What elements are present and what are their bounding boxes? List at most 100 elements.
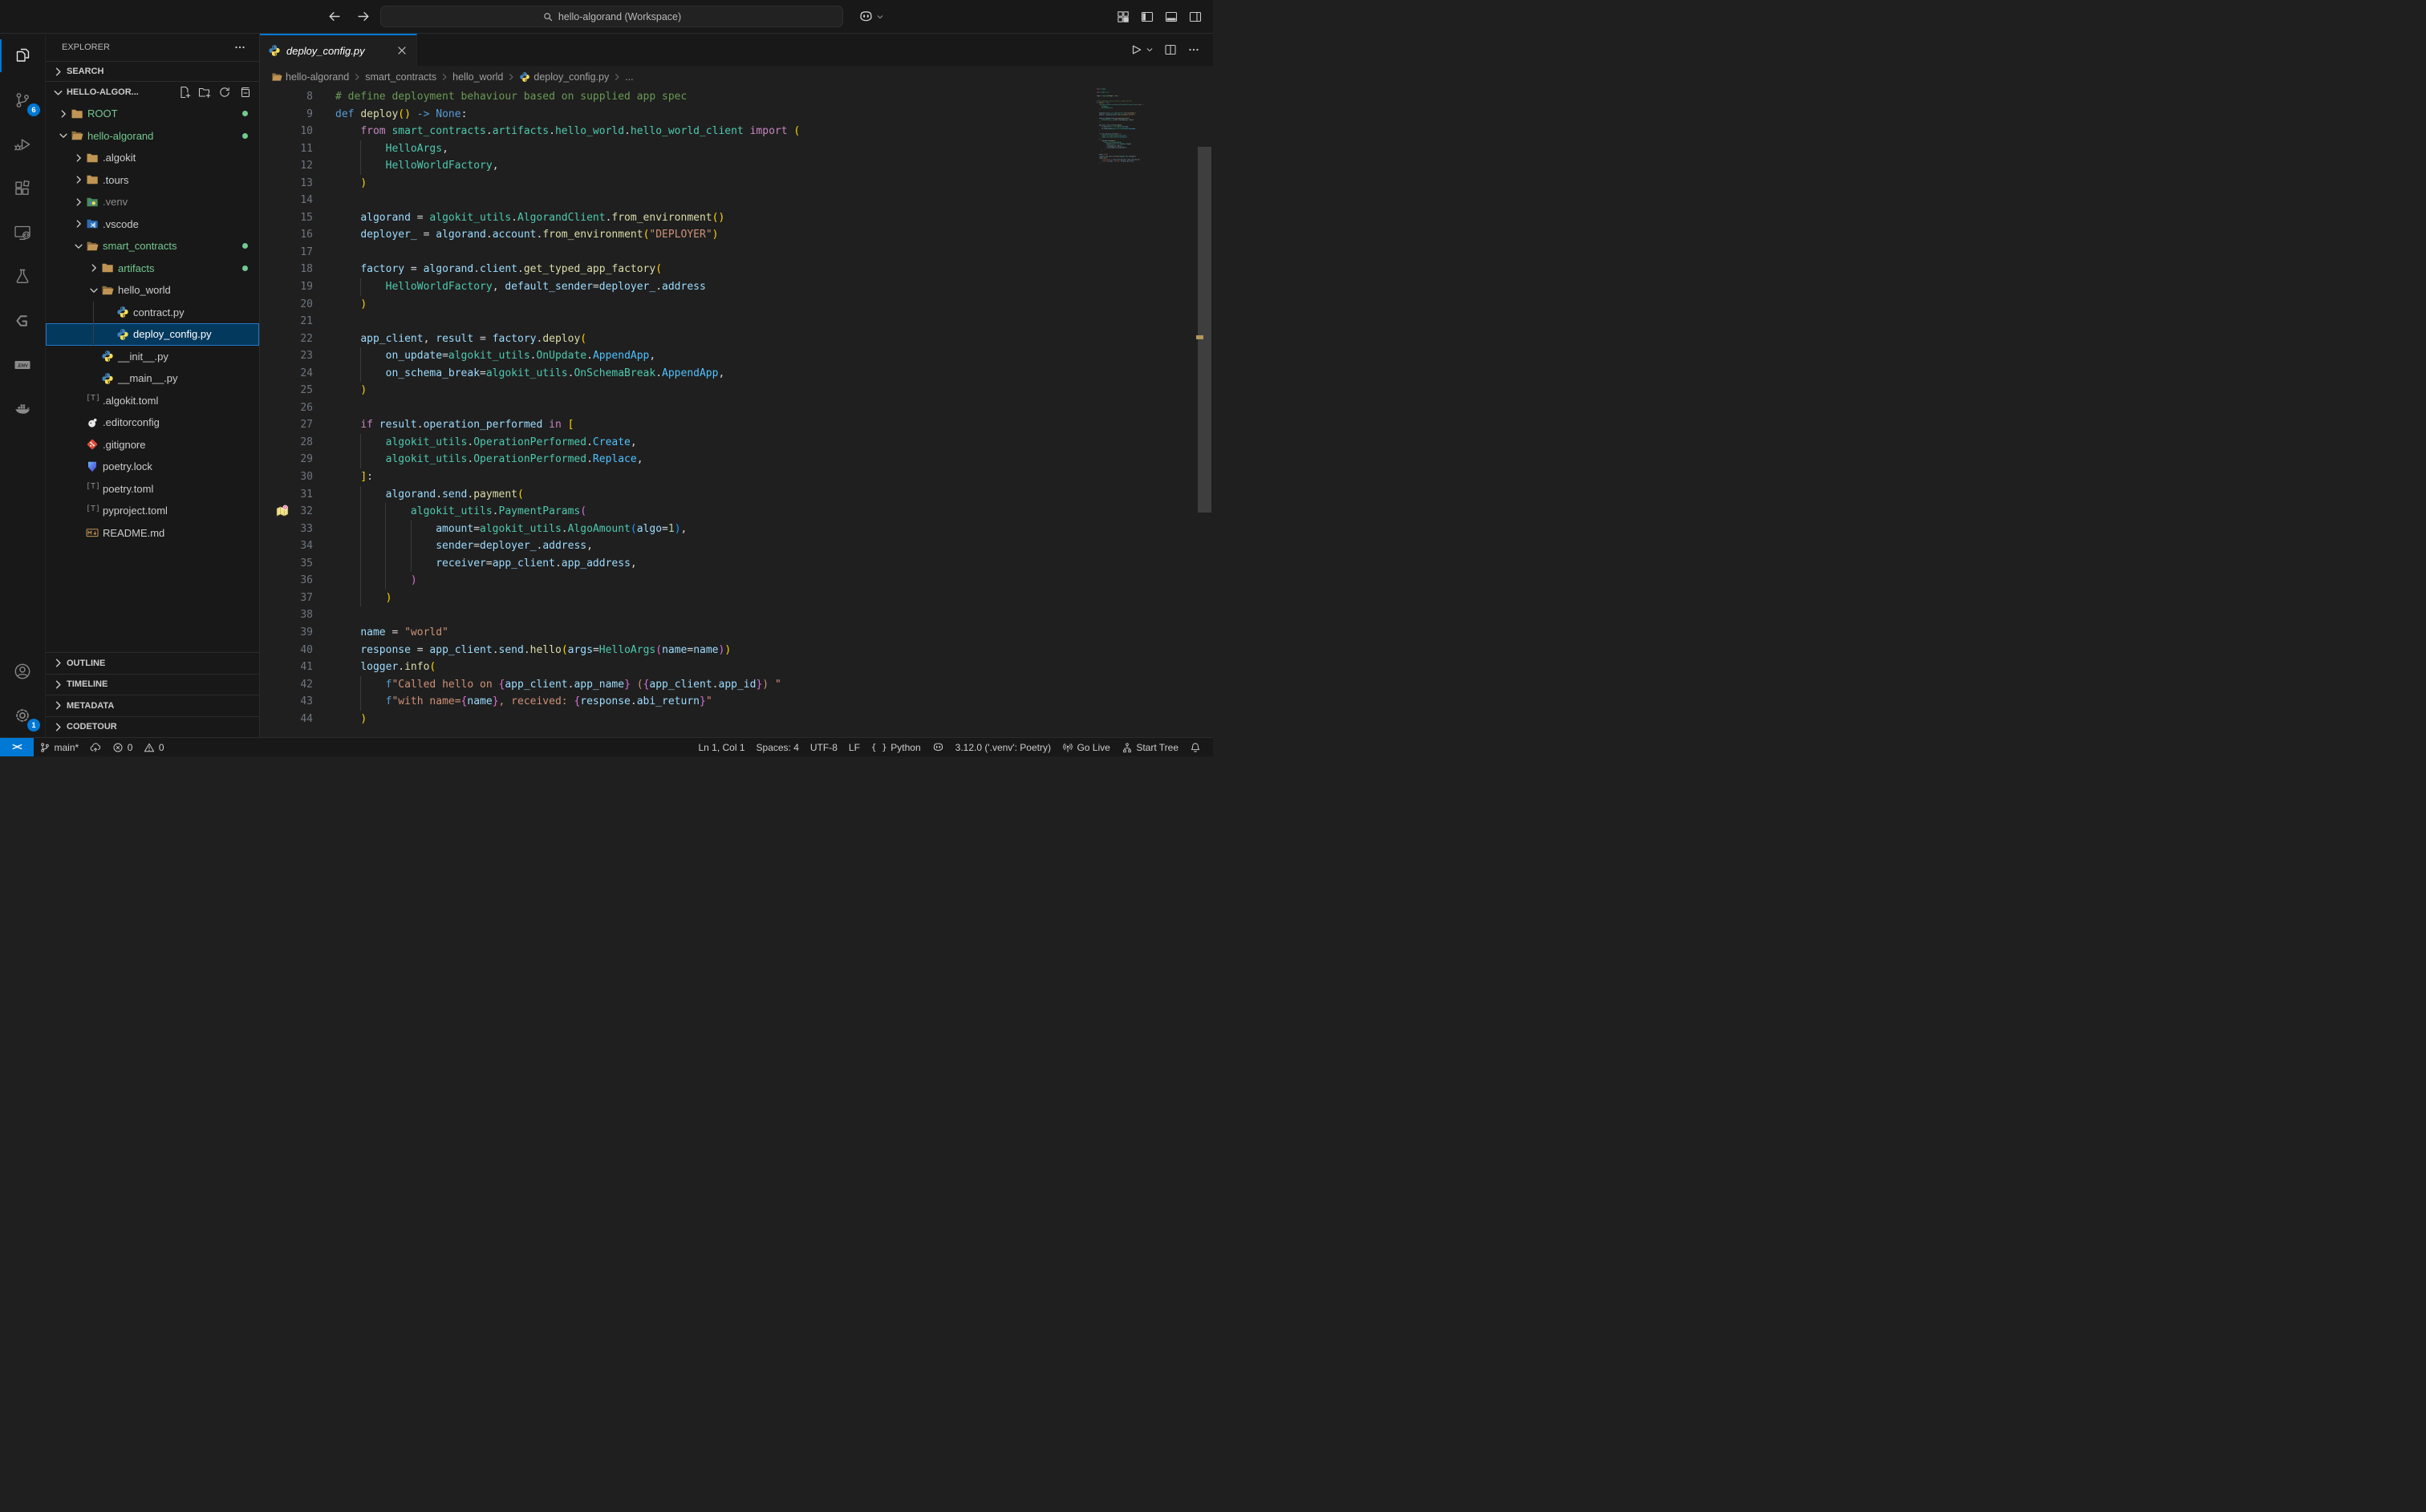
status-item-utf-8[interactable]: UTF-8	[805, 738, 843, 756]
section-outline[interactable]: OUTLINE	[46, 652, 259, 674]
tree-item-hello-world[interactable]: hello_world	[46, 279, 259, 302]
tree-item-artifacts[interactable]: artifacts	[46, 257, 259, 280]
tree-item-smart-contracts[interactable]: smart_contracts	[46, 235, 259, 257]
new-folder-icon[interactable]	[198, 86, 211, 99]
activity-item-extensions[interactable]	[0, 166, 45, 210]
tree-item-poetry-toml[interactable]: [T]poetry.toml	[46, 478, 259, 501]
status-item-braces[interactable]: { }Python	[866, 738, 927, 756]
code-line-9: 9def deploy() -> None:	[260, 106, 1213, 124]
python-icon	[116, 306, 129, 318]
refresh-icon[interactable]	[218, 86, 231, 99]
account-icon	[13, 662, 32, 681]
editor-more-actions-icon[interactable]	[1187, 43, 1200, 56]
toggle-secondary-sidebar-icon[interactable]	[1189, 10, 1202, 23]
tree-item-editorconfig[interactable]: .editorconfig	[46, 411, 259, 434]
tree-item-tours[interactable]: .tours	[46, 169, 259, 192]
section-workspace[interactable]: HELLO-ALGOR...	[46, 82, 259, 103]
status-item-bell[interactable]	[1184, 738, 1207, 756]
status-item-warning[interactable]: 0	[138, 738, 169, 756]
breadcrumb-item[interactable]: deploy_config.py	[533, 71, 609, 83]
activity-item-docker[interactable]	[0, 387, 45, 431]
tree-item-contract-py[interactable]: contract.py	[46, 302, 259, 324]
breadcrumb-item[interactable]: hello_world	[452, 71, 503, 83]
codetour-map-icon[interactable]	[276, 505, 290, 518]
python-icon	[101, 372, 114, 385]
section-metadata[interactable]: METADATA	[46, 695, 259, 716]
activity-item-remote-explorer[interactable]	[0, 210, 45, 254]
forward-icon[interactable]	[357, 10, 371, 23]
tree-item-readme-md[interactable]: README.md	[46, 522, 259, 545]
toggle-sidebar-icon[interactable]	[1141, 10, 1154, 23]
new-file-icon[interactable]	[178, 86, 191, 99]
activity-item-testing[interactable]	[0, 254, 45, 298]
tree-item-deploy-config-py[interactable]: deploy_config.py	[46, 323, 259, 346]
chevron-right-icon	[52, 721, 64, 733]
activity-item-source-control[interactable]: 6	[0, 78, 45, 122]
collapse-all-icon[interactable]	[238, 86, 251, 99]
command-center-search[interactable]: hello-algorand (Workspace)	[380, 6, 843, 27]
remote-indicator[interactable]: ><	[0, 738, 34, 756]
tree-item-poetry-lock[interactable]: poetry.lock	[46, 456, 259, 478]
code-line-15: 15 algorand = algokit_utils.AlgorandClie…	[260, 209, 1213, 227]
run-dropdown-icon[interactable]	[1146, 46, 1154, 54]
status-item-lf[interactable]: LF	[843, 738, 866, 756]
explorer-more-actions-icon[interactable]	[233, 41, 246, 54]
tree-item-main-py[interactable]: __main__.py	[46, 367, 259, 390]
section-search[interactable]: SEARCH	[46, 61, 259, 82]
tree-item-pyproject-toml[interactable]: [T]pyproject.toml	[46, 500, 259, 522]
split-editor-icon[interactable]	[1164, 43, 1177, 56]
tree-item-algokit[interactable]: .algokit	[46, 147, 259, 169]
status-item-broadcast[interactable]: Go Live	[1057, 738, 1116, 756]
status-item-copilot[interactable]	[927, 738, 950, 756]
breadcrumb-item[interactable]: hello-algorand	[286, 71, 349, 83]
tree-item-algokit-toml[interactable]: [T].algokit.toml	[46, 390, 259, 412]
activity-item-algokit[interactable]	[0, 298, 45, 343]
tab-deploy-config[interactable]: deploy_config.py	[260, 34, 417, 66]
status-item-cloud-upload[interactable]	[84, 738, 107, 756]
status-item-error[interactable]: 0	[107, 738, 138, 756]
tree-item-hello-algorand[interactable]: hello-algorand	[46, 125, 259, 148]
vscode-folder-icon	[86, 217, 99, 230]
code-editor[interactable]: 8# define deployment behaviour based on …	[260, 88, 1213, 737]
tree-item-gitignore[interactable]: .gitignore	[46, 434, 259, 456]
customize-layout-icon[interactable]	[1117, 10, 1130, 23]
tree-item-init-py[interactable]: __init__.py	[46, 346, 259, 368]
chevron-down-icon	[72, 241, 85, 252]
tree-item-venv[interactable]: .venv	[46, 191, 259, 213]
toggle-panel-icon[interactable]	[1165, 10, 1178, 23]
code-line-14: 14	[260, 192, 1213, 209]
activity-item-run-debug[interactable]	[0, 122, 45, 166]
tree-item-root[interactable]: ROOT	[46, 103, 259, 125]
status-item-3-12-0-venv-poetry-[interactable]: 3.12.0 ('.venv': Poetry)	[950, 738, 1057, 756]
tree-item-vscode[interactable]: .vscode	[46, 213, 259, 236]
back-icon[interactable]	[327, 10, 341, 23]
status-item-branch[interactable]: main*	[34, 738, 84, 756]
run-button[interactable]	[1129, 43, 1142, 56]
status-item-ln-1-col-1[interactable]: Ln 1, Col 1	[692, 738, 750, 756]
copilot-menu[interactable]	[858, 0, 884, 33]
activity-item-settings[interactable]: 1	[0, 693, 45, 737]
activity-item-account[interactable]	[0, 649, 45, 693]
activity-item-explorer[interactable]	[0, 34, 45, 78]
section-timeline[interactable]: TIMELINE	[46, 674, 259, 695]
scrollbar[interactable]	[1195, 88, 1213, 737]
braces-icon: { }	[871, 742, 887, 752]
status-item-spaces-4[interactable]: Spaces: 4	[751, 738, 805, 756]
chevron-spacer	[72, 483, 85, 494]
tree-item-label: poetry.toml	[103, 483, 153, 495]
activity-item-dotenv[interactable]: .ENV	[0, 343, 45, 387]
breadcrumb: hello-algorand smart_contracts hello_world…	[260, 66, 1213, 88]
code-line-35: 35 receiver=app_client.app_address,	[260, 555, 1213, 573]
close-icon[interactable]	[396, 44, 408, 57]
chevron-spacer	[87, 351, 100, 362]
scrollbar-slider[interactable]	[1198, 147, 1211, 513]
tree-item-label: __init__.py	[118, 351, 168, 363]
status-item-tree[interactable]: Start Tree	[1116, 738, 1184, 756]
section-codetour[interactable]: CODETOUR	[46, 716, 259, 738]
code-line-30: 30 ]:	[260, 468, 1213, 486]
breadcrumb-item[interactable]: ...	[625, 71, 633, 83]
error-icon	[112, 742, 124, 753]
code-line-44: 44 )	[260, 711, 1213, 728]
minimap[interactable]: import loggingimport algokit_utilslogger…	[1097, 88, 1164, 737]
breadcrumb-item[interactable]: smart_contracts	[365, 71, 436, 83]
